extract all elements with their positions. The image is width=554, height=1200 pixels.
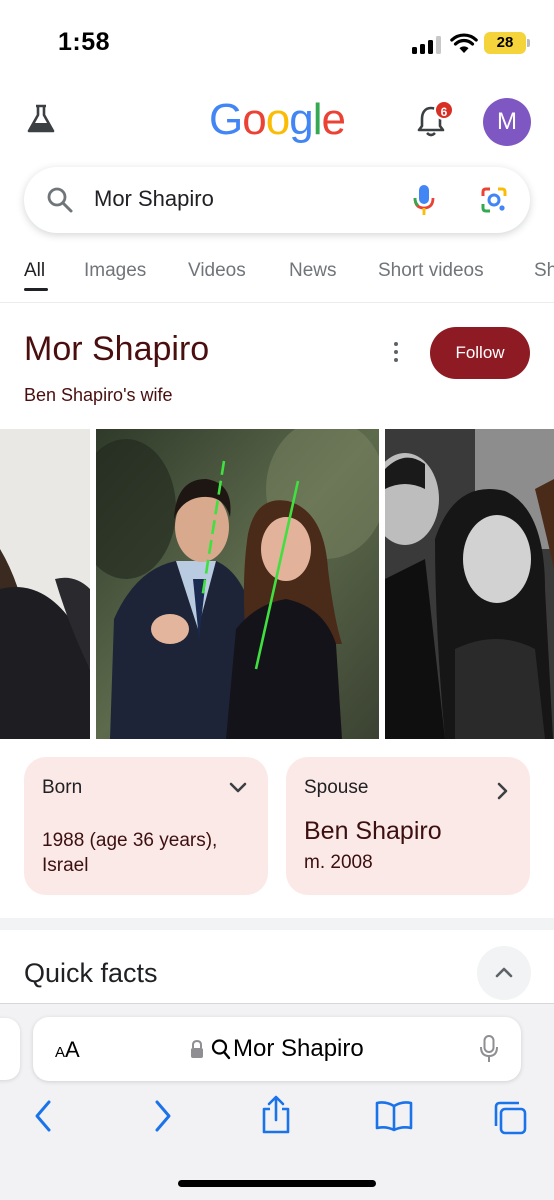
- search-icon: [47, 187, 73, 213]
- home-indicator[interactable]: [178, 1180, 376, 1187]
- address-bar[interactable]: AA Mor Shapiro: [33, 1017, 521, 1081]
- signal-icon: [412, 36, 442, 54]
- tabs-icon[interactable]: [492, 1100, 528, 1136]
- collapse-button[interactable]: [477, 946, 531, 1000]
- search-input[interactable]: Mor Shapiro: [94, 186, 214, 212]
- carousel-image[interactable]: [0, 429, 90, 739]
- avatar[interactable]: M: [483, 98, 531, 146]
- chevron-down-icon[interactable]: [228, 781, 248, 795]
- mic-icon[interactable]: [479, 1034, 499, 1064]
- mic-icon[interactable]: [412, 183, 436, 217]
- tab-news[interactable]: News: [289, 260, 337, 282]
- entity-subtitle: Ben Shapiro's wife: [24, 385, 173, 405]
- carousel-image[interactable]: [385, 429, 554, 739]
- google-logo[interactable]: Google: [0, 95, 554, 145]
- tab-videos[interactable]: Videos: [188, 260, 246, 282]
- spouse-married: m. 2008: [304, 852, 373, 873]
- logo-letter: G: [209, 95, 243, 144]
- search-bar[interactable]: Mor Shapiro: [24, 167, 530, 233]
- search-icon: [211, 1039, 231, 1060]
- battery-indicator: 28: [484, 32, 530, 54]
- entity-title: Mor Shapiro: [24, 330, 210, 368]
- logo-letter: g: [289, 95, 314, 144]
- tab-images[interactable]: Images: [84, 260, 146, 282]
- aa-small: A: [55, 1044, 66, 1061]
- born-label: Born: [42, 777, 83, 798]
- lock-icon: [191, 1039, 203, 1058]
- spouse-label: Spouse: [304, 777, 369, 798]
- url-text[interactable]: Mor Shapiro: [233, 1035, 364, 1063]
- lens-icon[interactable]: [479, 185, 509, 215]
- bookmarks-icon[interactable]: [374, 1100, 414, 1132]
- spouse-name[interactable]: Ben Shapiro: [304, 817, 442, 846]
- status-time: 1:58: [58, 28, 111, 56]
- born-card[interactable]: Born 1988 (age 36 years), Israel: [24, 757, 268, 895]
- previous-tab-preview[interactable]: [0, 1018, 20, 1080]
- wifi-icon: [450, 33, 478, 53]
- spouse-card[interactable]: Spouse Ben Shapiro m. 2008: [286, 757, 530, 895]
- tab-all[interactable]: All: [24, 260, 45, 282]
- forward-icon[interactable]: [152, 1098, 174, 1134]
- logo-letter: e: [321, 95, 346, 144]
- chevron-right-icon[interactable]: [496, 781, 510, 801]
- chevron-up-icon: [495, 967, 513, 978]
- share-icon[interactable]: [259, 1094, 293, 1136]
- tab-short-videos[interactable]: Short videos: [378, 260, 484, 282]
- carousel-image-main[interactable]: [96, 429, 379, 739]
- born-value: 1988 (age 36 years),: [42, 830, 218, 851]
- google-header: Google 6 M: [0, 90, 554, 160]
- born-place: Israel: [42, 855, 89, 876]
- page-settings-button[interactable]: AA: [55, 1037, 80, 1063]
- follow-button[interactable]: Follow: [430, 327, 530, 379]
- aa-large: A: [65, 1037, 80, 1062]
- more-options-icon[interactable]: [392, 342, 400, 366]
- divider: [0, 302, 554, 303]
- section-divider: [0, 918, 554, 930]
- notification-badge: 6: [434, 100, 454, 120]
- tab-shopping-partial[interactable]: Sh: [534, 260, 554, 282]
- battery-level: 28: [496, 34, 514, 51]
- logo-letter: o: [265, 95, 291, 144]
- image-carousel: [0, 429, 554, 739]
- active-tab-indicator: [24, 288, 48, 291]
- quick-facts-heading: Quick facts: [24, 958, 158, 988]
- status-bar: 1:58 28: [0, 0, 554, 80]
- search-tabs: All Images Videos News Short videos Sh: [0, 255, 554, 295]
- back-icon[interactable]: [32, 1098, 54, 1134]
- logo-letter: o: [242, 95, 267, 144]
